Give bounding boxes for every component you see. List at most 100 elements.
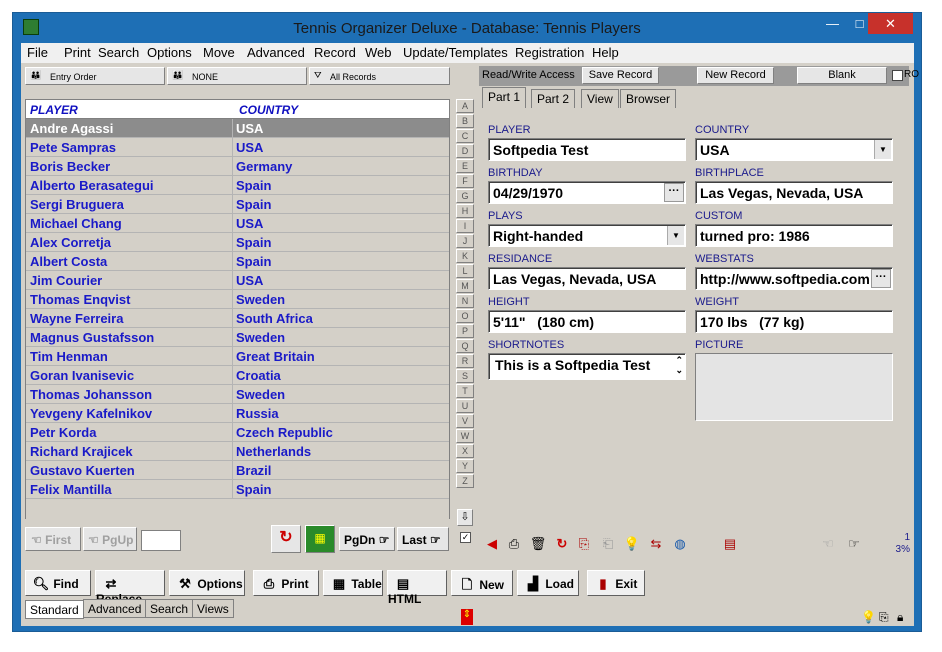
ellipsis-button[interactable]: ··· xyxy=(664,183,684,202)
last-button[interactable]: Last ☞ xyxy=(397,527,449,551)
tab-search[interactable]: Search xyxy=(145,599,194,618)
alpha-index-n[interactable]: N xyxy=(456,294,474,308)
goto-record-input[interactable] xyxy=(141,530,181,551)
alpha-index-j[interactable]: J xyxy=(456,234,474,248)
paste-record-icon[interactable]: ⎗ xyxy=(599,535,617,553)
menu-record[interactable]: Record xyxy=(314,45,356,60)
pgup-button[interactable]: ☜ PgUp xyxy=(83,527,137,551)
menu-update-templates[interactable]: Update/Templates xyxy=(403,45,508,60)
checkbox[interactable]: ✓ xyxy=(460,532,471,543)
alpha-index-d[interactable]: D xyxy=(456,144,474,158)
refresh-icon[interactable]: ↻ xyxy=(271,525,301,553)
options-button[interactable]: ⚒ Options xyxy=(169,570,245,596)
menu-registration[interactable]: Registration xyxy=(515,45,584,60)
alpha-index-b[interactable]: B xyxy=(456,114,474,128)
table-button[interactable]: ▦ Table xyxy=(323,570,383,596)
blank-button[interactable]: Blank xyxy=(797,67,887,84)
printer-icon[interactable]: ⎙ xyxy=(505,535,523,553)
alpha-index-i[interactable]: I xyxy=(456,219,474,233)
alpha-index-o[interactable]: O xyxy=(456,309,474,323)
html-button[interactable]: ▤ HTML xyxy=(387,570,447,606)
alpha-index-g[interactable]: G xyxy=(456,189,474,203)
table-row[interactable]: Albert Costa Spain xyxy=(26,252,449,271)
export-icon[interactable]: ⇆ xyxy=(647,535,665,553)
copy-record-icon[interactable]: ⎘ xyxy=(575,535,593,553)
new-record-button[interactable]: New Record xyxy=(697,67,774,84)
table-row[interactable]: Thomas Johansson Sweden xyxy=(26,385,449,404)
sort-none-button[interactable]: 👪 NONE xyxy=(167,67,307,85)
picture-box[interactable] xyxy=(695,353,893,421)
lock-icon[interactable]: 🔒︎ xyxy=(897,610,903,625)
alpha-index-z[interactable]: Z xyxy=(456,474,474,488)
tab-advanced[interactable]: Advanced xyxy=(83,599,147,618)
first-button[interactable]: ☜ First xyxy=(25,527,81,551)
alpha-index-m[interactable]: M xyxy=(456,279,474,293)
ro-checkbox[interactable] xyxy=(892,70,903,81)
trash-icon[interactable]: 🗑 xyxy=(529,535,547,553)
tab-views[interactable]: Views xyxy=(192,599,234,618)
table-row[interactable]: Jim Courier USA xyxy=(26,271,449,290)
print-button[interactable]: ⎙ Print xyxy=(253,570,319,596)
table-row[interactable]: Alberto Berasategui Spain xyxy=(26,176,449,195)
menu-print[interactable]: Print xyxy=(64,45,91,60)
alpha-index-p[interactable]: P xyxy=(456,324,474,338)
country-select[interactable]: USA ▼ xyxy=(695,138,893,161)
alpha-index-f[interactable]: F xyxy=(456,174,474,188)
pgdn-button[interactable]: PgDn ☞ xyxy=(339,527,395,551)
alpha-index-q[interactable]: Q xyxy=(456,339,474,353)
report-icon[interactable]: ▤ xyxy=(721,535,739,553)
webstats-field[interactable]: http://www.softpedia.com ··· xyxy=(695,267,893,290)
tab-view[interactable]: View xyxy=(581,89,619,108)
table-row[interactable]: Pete Sampras USA xyxy=(26,138,449,157)
sort-icon[interactable]: ▦ xyxy=(305,525,335,553)
table-row[interactable]: Felix Mantilla Spain xyxy=(26,480,449,499)
table-row[interactable]: Alex Corretja Spain xyxy=(26,233,449,252)
splitter-icon[interactable]: ⇕ xyxy=(461,609,473,625)
menu-web[interactable]: Web xyxy=(365,45,392,60)
save-record-button[interactable]: Save Record xyxy=(582,67,659,84)
table-row[interactable]: Sergi Bruguera Spain xyxy=(26,195,449,214)
exit-button[interactable]: ▮ Exit xyxy=(587,570,645,596)
scroll-down-arrow-icon[interactable]: ⇩ xyxy=(457,509,473,526)
lightbulb-icon[interactable]: 💡 xyxy=(623,535,641,553)
table-row[interactable]: Richard Krajicek Netherlands xyxy=(26,442,449,461)
plays-select[interactable]: Right-handed ▼ xyxy=(488,224,686,247)
documents-icon[interactable]: ⎘ xyxy=(879,610,889,625)
table-row[interactable]: Boris Becker Germany xyxy=(26,157,449,176)
alpha-index-x[interactable]: X xyxy=(456,444,474,458)
alpha-index-u[interactable]: U xyxy=(456,399,474,413)
alpha-index-l[interactable]: L xyxy=(456,264,474,278)
weight-field[interactable]: 170 lbs (77 kg) xyxy=(695,310,893,333)
replace-button[interactable]: ⇄Replace xyxy=(95,570,165,606)
alpha-index-h[interactable]: H xyxy=(456,204,474,218)
column-player[interactable]: PLAYER xyxy=(30,103,78,117)
menu-options[interactable]: Options xyxy=(147,45,192,60)
custom-field[interactable]: turned pro: 1986 xyxy=(695,224,893,247)
filter-all-records-button[interactable]: ⛛ All Records xyxy=(309,67,450,85)
table-row[interactable]: Tim Henman Great Britain xyxy=(26,347,449,366)
table-row[interactable]: Goran Ivanisevic Croatia xyxy=(26,366,449,385)
menu-file[interactable]: File xyxy=(27,45,48,60)
load-button[interactable]: ▟ Load xyxy=(517,570,579,596)
menu-help[interactable]: Help xyxy=(592,45,619,60)
alpha-index-y[interactable]: Y xyxy=(456,459,474,473)
hand-right-icon[interactable]: ☞ xyxy=(845,535,863,553)
table-row[interactable]: Yevgeny Kafelnikov Russia xyxy=(26,404,449,423)
lightbulb-icon[interactable]: 💡 xyxy=(861,610,876,624)
table-row[interactable]: Petr Korda Czech Republic xyxy=(26,423,449,442)
alpha-index-t[interactable]: T xyxy=(456,384,474,398)
birthday-field[interactable]: 04/29/1970 ··· xyxy=(488,181,686,204)
tab-standard[interactable]: Standard xyxy=(25,600,84,619)
chevron-down-icon[interactable]: ▼ xyxy=(667,226,684,245)
table-row[interactable]: Michael Chang USA xyxy=(26,214,449,233)
find-button[interactable]: 🔍︎ Find xyxy=(25,570,91,596)
residance-field[interactable]: Las Vegas, Nevada, USA xyxy=(488,267,686,290)
height-field[interactable]: 5'11" (180 cm) xyxy=(488,310,686,333)
sort-entry-order-button[interactable]: 👪 Entry Order xyxy=(25,67,165,85)
ellipsis-button[interactable]: ··· xyxy=(871,269,891,288)
alpha-index-s[interactable]: S xyxy=(456,369,474,383)
player-field[interactable]: Softpedia Test xyxy=(488,138,686,161)
alpha-index-a[interactable]: A xyxy=(456,99,474,113)
birthplace-field[interactable]: Las Vegas, Nevada, USA xyxy=(695,181,893,204)
column-country[interactable]: COUNTRY xyxy=(239,103,298,117)
